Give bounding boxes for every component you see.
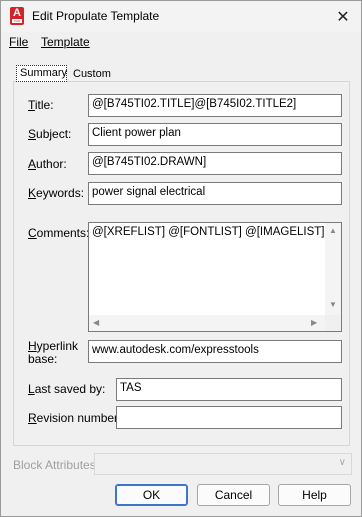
menu-file[interactable]: File [9, 35, 28, 49]
block-attributes-dropdown: ∨ [94, 453, 352, 475]
author-field[interactable]: @[B745TI02.DRAWN] [88, 152, 342, 175]
comments-text: @[XREFLIST] @[FONTLIST] @[IMAGELIST] [92, 226, 325, 238]
scroll-down-icon[interactable]: ▼ [329, 301, 337, 309]
revision-label-rest: evision number: [36, 411, 122, 425]
hyperlink-base-field[interactable]: www.autodesk.com/expresstools [88, 340, 342, 363]
title-bar: A CAD Edit Propulate Template ✕ [1, 1, 361, 32]
scrollbar-corner [325, 315, 341, 331]
close-icon: ✕ [336, 8, 350, 26]
scroll-right-icon[interactable]: ▶ [311, 319, 317, 327]
subject-label-rest: ubject: [36, 127, 72, 141]
app-icon-strip: CAD [12, 19, 22, 23]
scroll-up-icon[interactable]: ▲ [329, 227, 337, 235]
comments-vertical-scrollbar[interactable]: ▲ ▼ [325, 223, 341, 315]
subject-label-mnemonic: S [28, 127, 37, 141]
hyperlink-label-rest: yperlink [36, 339, 79, 353]
title-field[interactable]: @[B745TI02.TITLE]@[B745I02.TITLE2] [88, 94, 342, 117]
app-icon-letter: A [13, 7, 21, 19]
author-label: Author: [28, 157, 67, 171]
revision-label-mnemonic: R [28, 411, 37, 425]
dialog-window: A CAD Edit Propulate Template ✕ File Tem… [0, 0, 362, 517]
tab-summary[interactable]: Summary [16, 65, 67, 82]
help-button[interactable]: Help [278, 484, 351, 506]
chevron-down-icon: ∨ [338, 457, 346, 468]
keywords-label-mnemonic: K [28, 186, 37, 200]
comments-label-rest: omments: [36, 226, 90, 240]
author-label-mnemonic: A [28, 157, 37, 171]
menu-template-rest: emplate [47, 35, 90, 49]
window-title: Edit Propulate Template [32, 9, 160, 23]
title-label: Title: [28, 98, 54, 112]
block-attributes-label: Block Attributes: [13, 458, 100, 472]
subject-field[interactable]: Client power plan [88, 123, 342, 146]
last-saved-by-label-mnemonic: L [28, 382, 35, 396]
author-label-rest: uthor: [36, 157, 67, 171]
revision-number-label: Revision number: [28, 411, 121, 425]
menu-template[interactable]: Template [41, 35, 90, 49]
hyperlink-label: Hyperlink base: [28, 340, 78, 366]
close-button[interactable]: ✕ [325, 1, 361, 32]
hyperlink-label-line2: base: [28, 352, 58, 366]
last-saved-by-label-rest: ast saved by: [34, 382, 106, 396]
keywords-label: Keywords: [28, 186, 84, 200]
menu-bar: File Template [1, 32, 361, 52]
comments-label-mnemonic: C [28, 226, 37, 240]
subject-label: Subject: [28, 127, 71, 141]
title-label-mnemonic: T [28, 98, 35, 112]
keywords-label-rest: eywords: [36, 186, 85, 200]
last-saved-by-field[interactable]: TAS [116, 378, 342, 401]
comments-horizontal-scrollbar[interactable]: ◀ ▶ [89, 315, 325, 331]
title-label-rest: itle: [34, 98, 54, 112]
comments-label: Comments: [28, 226, 89, 240]
hyperlink-label-mnemonic: H [28, 339, 37, 353]
keywords-field[interactable]: power signal electrical [88, 182, 342, 205]
comments-textarea[interactable]: @[XREFLIST] @[FONTLIST] @[IMAGELIST] ▲ ▼… [88, 222, 342, 332]
autocad-app-icon: A CAD [10, 7, 24, 25]
cancel-button[interactable]: Cancel [197, 484, 270, 506]
scroll-left-icon[interactable]: ◀ [93, 319, 99, 327]
ok-button[interactable]: OK [115, 484, 188, 506]
revision-number-field[interactable] [116, 406, 342, 429]
last-saved-by-label: Last saved by: [28, 382, 105, 396]
menu-file-rest: ile [16, 35, 29, 49]
